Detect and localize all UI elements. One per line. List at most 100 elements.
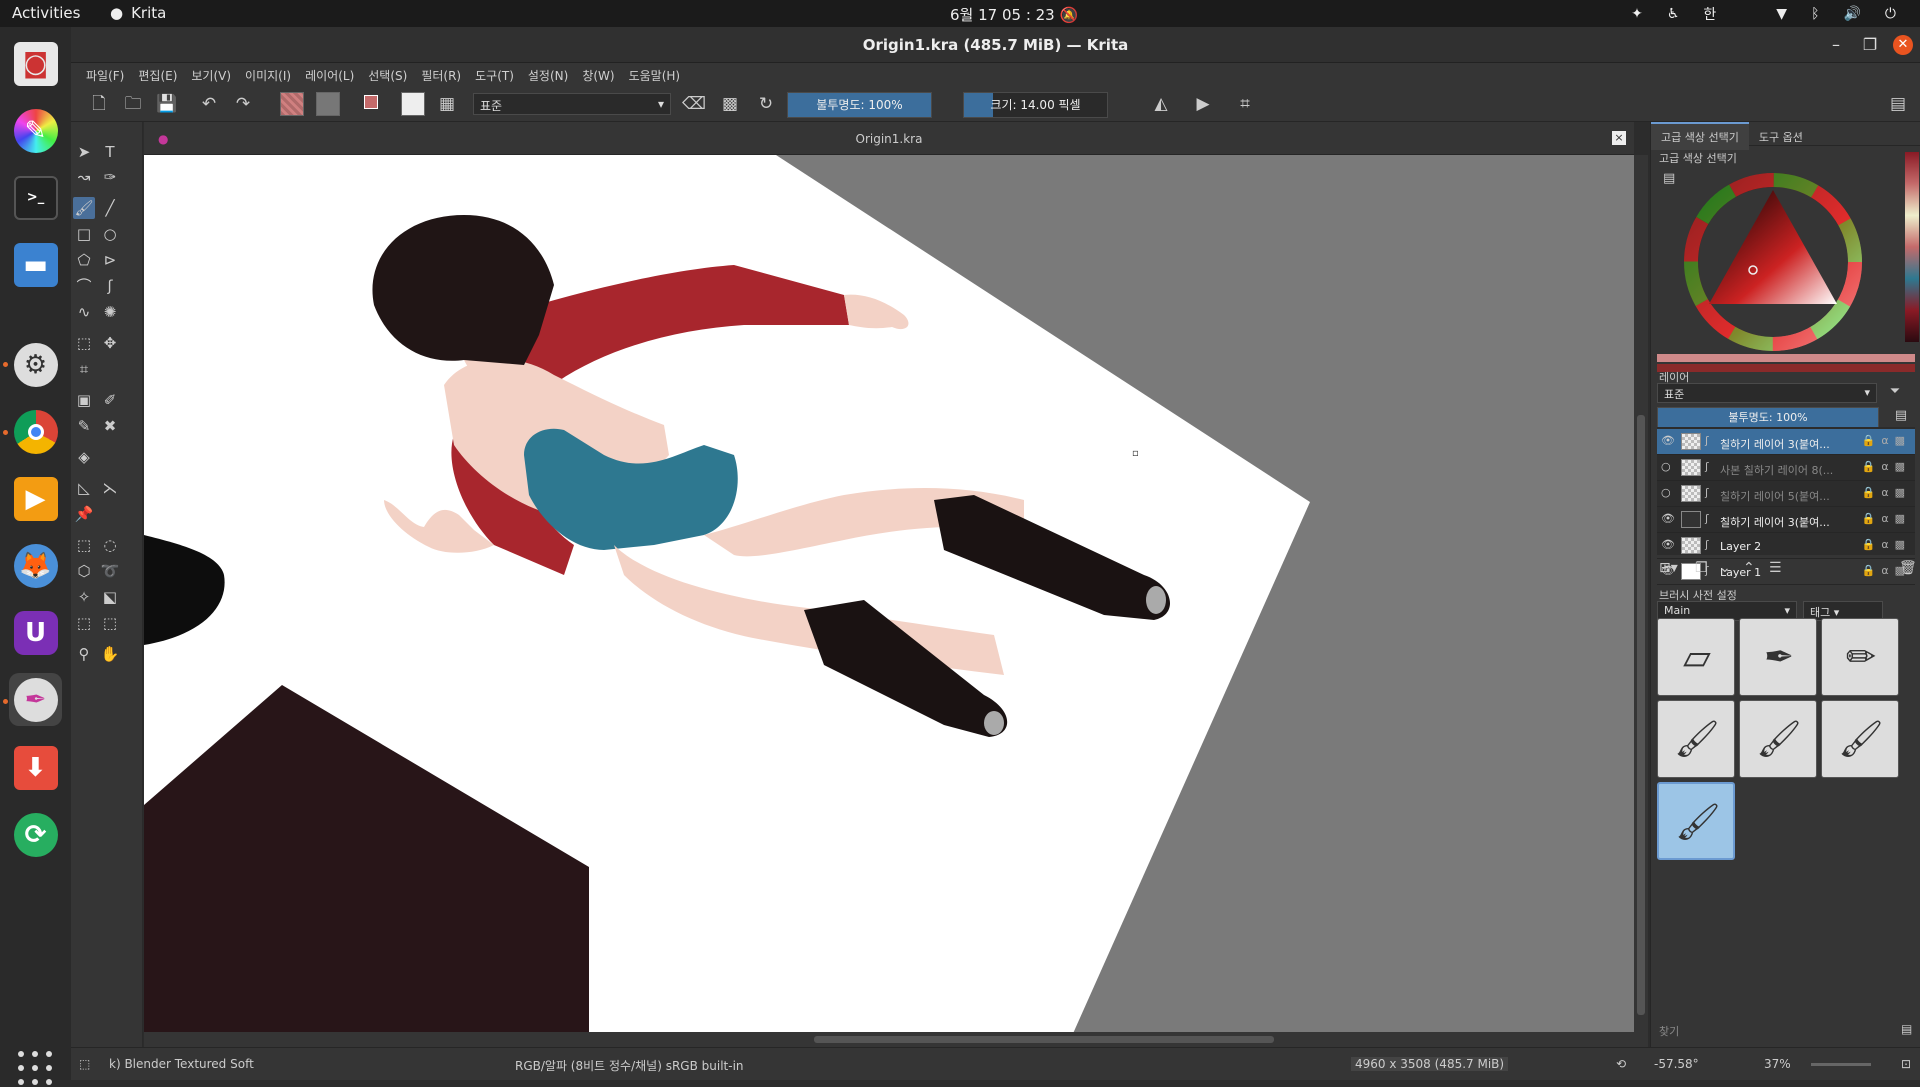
reset-icon[interactable]: ↻ <box>754 92 778 116</box>
calligraphy-tool-icon[interactable]: ✑ <box>99 166 121 188</box>
preset-blender-textured-soft[interactable]: 🖌 <box>1657 782 1735 860</box>
layer-row[interactable]: 👁 ʃ Layer 2 🔒α▩ <box>1657 533 1915 559</box>
color-space[interactable]: RGB/알파 (8비트 정수/채널) sRGB built-in <box>515 1057 744 1074</box>
document-tab[interactable]: ● Origin1.kra × <box>144 122 1634 155</box>
edit-shapes-tool-icon[interactable]: ↝ <box>73 166 95 188</box>
preset-eraser[interactable]: ▱ <box>1657 618 1735 696</box>
similar-select-tool-icon[interactable]: ⬕ <box>99 586 121 608</box>
menu-file[interactable]: 파일(F) <box>79 63 131 84</box>
color-wheel[interactable]: ▤ <box>1657 164 1915 374</box>
horizontal-scrollbar[interactable] <box>144 1032 1634 1047</box>
rectangle-tool-icon[interactable]: □ <box>73 223 95 245</box>
opacity-slider[interactable]: 불투명도: 100% <box>787 92 932 118</box>
preset-brush-wet[interactable]: 🖌 <box>1739 700 1817 778</box>
mirror-vertical-icon[interactable]: ▶ <box>1191 92 1215 116</box>
current-brush[interactable]: k) Blender Textured Soft <box>109 1057 254 1071</box>
bezier-select-tool-icon[interactable]: ⬚ <box>73 612 95 634</box>
layer-opacity-slider[interactable]: 불투명도: 100% <box>1657 407 1879 429</box>
layer-row[interactable]: ○ ʃ 사본 칠하기 레이어 8(... 🔒α▩ <box>1657 455 1915 481</box>
assistant-tool-icon[interactable]: ✖ <box>99 415 121 437</box>
delete-layer-icon[interactable]: 🗑 <box>1899 560 1917 576</box>
zoom-slider[interactable] <box>1811 1063 1871 1066</box>
image-dimensions[interactable]: 4960 x 3508 (485.7 MiB) <box>1351 1057 1509 1071</box>
layer-lock-alpha-icons[interactable]: 🔒α▩ <box>1862 486 1911 499</box>
brush-preset-button[interactable] <box>401 92 425 116</box>
saturation-triangle[interactable] <box>1709 190 1837 304</box>
freehand-select-tool-icon[interactable]: ➰ <box>99 560 121 582</box>
gradient-selector[interactable] <box>280 92 304 116</box>
move-tool-icon[interactable]: ✥ <box>99 332 121 354</box>
layer-lock-alpha-icons[interactable]: 🔒α▩ <box>1862 460 1911 473</box>
layer-properties-icon[interactable]: ▤ <box>1889 404 1913 428</box>
eye-icon[interactable]: 👁 <box>1661 434 1675 448</box>
dock-terminal[interactable]: >_ <box>9 171 62 224</box>
layer-row[interactable]: 👁 ʃ 칠하기 레이어 3(붙여... 🔒α▩ <box>1657 507 1915 533</box>
preset-ink-pen[interactable]: ✒ <box>1739 618 1817 696</box>
text-tool-icon[interactable]: T <box>99 141 121 163</box>
fg-bg-color-icon[interactable] <box>359 92 383 116</box>
rotate-icon[interactable]: ⟲ <box>1616 1057 1626 1071</box>
mirror-horizontal-icon[interactable]: ◭ <box>1149 92 1173 116</box>
wifi-icon[interactable]: ▼ <box>1776 6 1787 22</box>
alpha-lock-icon[interactable]: ▩ <box>718 92 742 116</box>
freehand-path-tool-icon[interactable]: ʃ <box>99 275 121 297</box>
size-slider[interactable]: 크기: 14.00 픽셀 <box>963 92 1108 118</box>
menu-window[interactable]: 창(W) <box>575 63 621 84</box>
color-history-strip[interactable] <box>1905 152 1919 342</box>
add-layer-icon[interactable]: ⊞▾ <box>1659 560 1678 576</box>
redo-icon[interactable]: ↷ <box>231 92 255 116</box>
new-document-icon[interactable]: 🗋 <box>87 92 111 116</box>
bluetooth-icon[interactable]: ᛒ <box>1811 6 1819 22</box>
preset-brush-watercolor[interactable]: 🖌 <box>1821 700 1899 778</box>
dock-krita-alt[interactable]: ✎ <box>9 104 62 157</box>
eye-icon[interactable]: 👁 <box>1661 512 1675 526</box>
bezier-tool-icon[interactable]: ⌒ <box>73 275 95 297</box>
layer-settings-icon[interactable]: ☰ <box>1769 560 1782 576</box>
perspective-tool-icon[interactable]: ⋋ <box>99 477 121 499</box>
crop-tool-icon[interactable]: ⌗ <box>73 358 95 380</box>
preset-search-input[interactable]: 찾기 <box>1655 1020 1900 1040</box>
layer-row[interactable]: ○ ʃ 칠하기 레이어 5(붙여... 🔒α▩ <box>1657 481 1915 507</box>
polygon-select-tool-icon[interactable]: ⬡ <box>73 560 95 582</box>
eye-hidden-icon[interactable]: ○ <box>1661 486 1675 500</box>
menu-select[interactable]: 선택(S) <box>361 63 414 84</box>
rotation-angle[interactable]: -57.58° <box>1654 1057 1699 1071</box>
volume-icon[interactable]: 🔊 <box>1843 6 1860 22</box>
vertical-scroll-thumb[interactable] <box>1637 415 1645 1015</box>
layer-row[interactable]: 👁 ʃ 칠하기 레이어 3(붙여... 🔒α▩ <box>1657 429 1915 455</box>
eye-hidden-icon[interactable]: ○ <box>1661 460 1675 474</box>
accessibility-icon[interactable]: ♿ <box>1667 6 1680 22</box>
preset-options-icon[interactable]: ▤ <box>1901 1022 1912 1036</box>
preset-pencil[interactable]: ✏ <box>1821 618 1899 696</box>
menu-view[interactable]: 보기(V) <box>184 63 238 84</box>
color-picker-tool-icon[interactable]: ✐ <box>99 389 121 411</box>
polyline-tool-icon[interactable]: ⊳ <box>99 249 121 271</box>
polygon-tool-icon[interactable]: ⬠ <box>73 249 95 271</box>
tab-advanced-color-selector[interactable]: 고급 색상 선택기 <box>1651 122 1749 150</box>
eraser-icon[interactable]: ⌫ <box>682 92 706 116</box>
zoom-level[interactable]: 37% <box>1764 1057 1791 1071</box>
close-document-button[interactable]: × <box>1612 131 1626 145</box>
dock-settings[interactable]: ⚙ <box>9 338 62 391</box>
freehand-brush-tool-icon[interactable]: 🖌 <box>73 197 95 219</box>
duplicate-layer-icon[interactable]: ❐ <box>1695 560 1708 576</box>
preset-brush-dry[interactable]: 🖌 <box>1657 700 1735 778</box>
power-icon[interactable]: ⏻ <box>1885 6 1896 22</box>
horizontal-scroll-thumb[interactable] <box>814 1036 1274 1043</box>
activities-button[interactable]: Activities <box>12 4 80 22</box>
eye-icon[interactable]: 👁 <box>1661 538 1675 552</box>
dock-krita[interactable]: ✒ <box>9 673 62 726</box>
dock-files[interactable]: ▬ <box>9 238 62 291</box>
ellipse-tool-icon[interactable]: ○ <box>99 223 121 245</box>
close-window-button[interactable]: ✕ <box>1893 35 1913 55</box>
menu-filter[interactable]: 필터(R) <box>414 63 468 84</box>
gradient-tool-icon[interactable]: ▣ <box>73 389 95 411</box>
color-picker-tray-icon[interactable]: ✦ <box>1631 6 1643 22</box>
menu-image[interactable]: 이미지(I) <box>238 63 298 84</box>
save-icon[interactable]: 💾 <box>155 92 179 116</box>
toolbar-menu-icon[interactable]: ▤ <box>1886 92 1910 116</box>
dock-firefox[interactable]: 🦊 <box>9 539 62 592</box>
layer-lock-alpha-icons[interactable]: 🔒α▩ <box>1862 538 1911 551</box>
canvas-area[interactable]: ● Origin1.kra × ▫ <box>144 122 1634 1047</box>
dock-upwork[interactable]: U <box>9 606 62 659</box>
